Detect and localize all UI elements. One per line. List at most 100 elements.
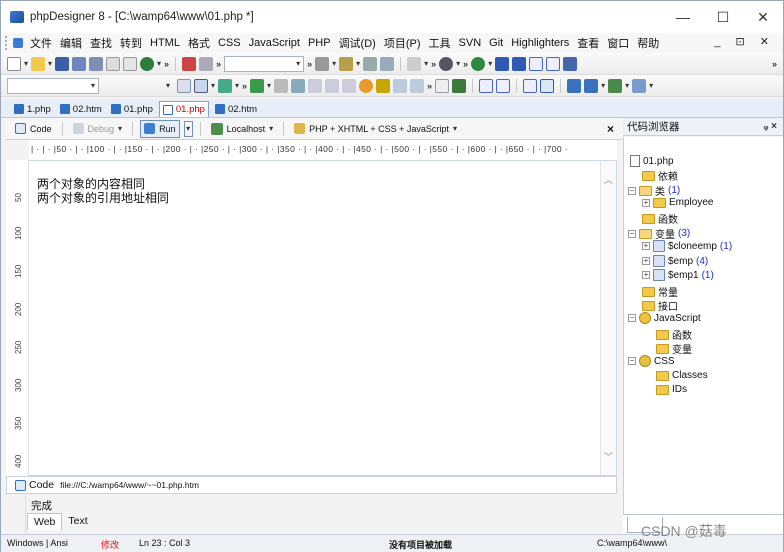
doc-tab-5[interactable]: 02.htm bbox=[212, 101, 260, 117]
cut-icon[interactable] bbox=[182, 56, 197, 71]
tree-node[interactable]: + Employee bbox=[642, 197, 713, 208]
panel-alt-icon[interactable] bbox=[512, 56, 527, 71]
close-button[interactable]: ✕ bbox=[743, 1, 783, 33]
debug-icon[interactable] bbox=[359, 78, 374, 93]
run-button[interactable]: Run bbox=[140, 119, 180, 138]
format-icon[interactable] bbox=[363, 56, 378, 71]
tree-node[interactable]: 变量 bbox=[656, 341, 692, 356]
minimize-button[interactable]: — bbox=[663, 1, 703, 33]
toolbar-overflow-icon[interactable]: » bbox=[772, 59, 777, 69]
menu-project[interactable]: 项目(P) bbox=[380, 35, 425, 51]
expand-toggle-icon[interactable]: + bbox=[642, 242, 650, 250]
browser-icon[interactable] bbox=[140, 56, 155, 71]
menu-debug[interactable]: 调试(D) bbox=[335, 35, 380, 51]
save-as-icon[interactable] bbox=[72, 56, 87, 71]
stack-icon[interactable] bbox=[410, 78, 425, 93]
menu-javascript[interactable]: JavaScript bbox=[245, 37, 304, 49]
format-alt-icon[interactable] bbox=[380, 56, 395, 71]
menu-git[interactable]: Git bbox=[485, 37, 507, 49]
tree-node[interactable]: − 变量 (3) bbox=[628, 226, 690, 241]
window-icon[interactable] bbox=[563, 56, 578, 71]
upload-icon[interactable] bbox=[608, 78, 623, 93]
doc-tab-4-active[interactable]: 01.php bbox=[158, 101, 209, 117]
tree-node[interactable]: − CSS bbox=[628, 355, 675, 367]
toolbar-overflow-icon[interactable]: » bbox=[242, 81, 247, 91]
bookmark-next-icon[interactable] bbox=[274, 78, 289, 93]
close-editor-icon[interactable]: × bbox=[607, 122, 614, 136]
collapse-toggle-icon[interactable]: − bbox=[628, 186, 636, 195]
split-icon[interactable] bbox=[546, 56, 561, 71]
preview-icon[interactable] bbox=[567, 78, 582, 93]
menu-file[interactable]: 文件 bbox=[26, 35, 56, 51]
window-list-icon[interactable] bbox=[194, 78, 208, 93]
expand-toggle-icon[interactable]: + bbox=[642, 271, 650, 279]
open-folder-icon[interactable] bbox=[31, 56, 46, 71]
tree-node[interactable]: 常量 bbox=[642, 284, 678, 299]
menu-help[interactable]: 帮助 bbox=[633, 35, 663, 51]
tree-node[interactable]: IDs bbox=[656, 384, 687, 395]
toolbar-overflow-icon[interactable]: » bbox=[164, 59, 169, 69]
uncomment-icon[interactable] bbox=[342, 78, 357, 93]
tab-text[interactable]: Text bbox=[62, 513, 93, 530]
validate-icon[interactable] bbox=[439, 56, 454, 71]
code-view-button[interactable]: Code bbox=[12, 120, 55, 138]
watch-icon[interactable] bbox=[393, 78, 408, 93]
pin-close-icon[interactable]: ᵩ × bbox=[764, 121, 777, 132]
outdent-icon[interactable] bbox=[308, 78, 323, 93]
menu-svn[interactable]: SVN bbox=[455, 37, 486, 49]
tree-node[interactable]: + $emp1 (1) bbox=[642, 269, 714, 281]
tree-node[interactable]: + $cloneemp (1) bbox=[642, 240, 732, 252]
tab-web[interactable]: Web bbox=[27, 513, 63, 530]
panel-icon[interactable] bbox=[495, 56, 510, 71]
tree-node[interactable]: 依赖 bbox=[642, 168, 678, 183]
link-icon[interactable] bbox=[435, 78, 450, 93]
toolbar-grip[interactable] bbox=[5, 36, 9, 50]
copy-icon[interactable] bbox=[199, 56, 214, 71]
scroll-up-icon[interactable]: ︿ bbox=[604, 173, 613, 186]
doc-tab-2[interactable]: 02.htm bbox=[57, 101, 105, 117]
comment-icon[interactable] bbox=[325, 78, 340, 93]
table-icon[interactable] bbox=[479, 78, 494, 93]
indent-icon[interactable] bbox=[291, 78, 306, 93]
tree-node[interactable]: + $emp (4) bbox=[642, 255, 708, 267]
mdi-window-controls[interactable]: _ ⊡ ✕ bbox=[714, 35, 775, 48]
localhost-button[interactable]: Localhost ▾ bbox=[208, 120, 277, 138]
tree-node[interactable]: 接口 bbox=[642, 298, 678, 313]
toolbar-overflow-icon[interactable]: » bbox=[431, 59, 436, 69]
language-button[interactable]: PHP + XHTML + CSS + JavaScript ▾ bbox=[291, 120, 460, 138]
menu-goto[interactable]: 转到 bbox=[116, 35, 146, 51]
step-icon[interactable] bbox=[376, 78, 391, 93]
save-icon[interactable] bbox=[55, 56, 70, 71]
tools-icon[interactable] bbox=[218, 78, 233, 93]
tree-node[interactable]: − 类 (1) bbox=[628, 183, 680, 198]
tree-node[interactable]: Classes bbox=[656, 370, 708, 381]
toolbar-overflow-icon[interactable]: » bbox=[427, 81, 432, 91]
toolbar-combo[interactable]: ▾ bbox=[224, 55, 305, 72]
layout-icon[interactable] bbox=[529, 56, 544, 71]
preview-alt-icon[interactable] bbox=[584, 78, 599, 93]
preview-pane[interactable]: 两个对象的内容相同 两个对象的引用地址相同 ︿ ﹀ bbox=[29, 160, 617, 476]
new-file-icon[interactable] bbox=[7, 56, 21, 71]
redo-icon[interactable] bbox=[339, 56, 354, 71]
expand-toggle-icon[interactable]: + bbox=[642, 198, 650, 207]
toolbar-overflow-icon[interactable]: » bbox=[463, 59, 468, 69]
tree-node[interactable]: 01.php bbox=[630, 155, 674, 167]
maximize-button[interactable]: ☐ bbox=[703, 1, 743, 33]
image-icon[interactable] bbox=[452, 78, 467, 93]
expand-toggle-icon[interactable]: + bbox=[642, 257, 650, 265]
menu-window[interactable]: 窗口 bbox=[603, 35, 633, 51]
frame-icon[interactable] bbox=[523, 78, 538, 93]
menu-php[interactable]: PHP bbox=[304, 37, 335, 49]
form-icon[interactable] bbox=[540, 78, 555, 93]
menu-view[interactable]: 查看 bbox=[573, 35, 603, 51]
jump-icon[interactable] bbox=[177, 78, 191, 93]
doc-tab-3[interactable]: 01.php bbox=[108, 101, 156, 117]
save-all-icon[interactable] bbox=[89, 56, 104, 71]
vertical-scrollbar[interactable]: ︿ ﹀ bbox=[600, 161, 616, 475]
menu-find[interactable]: 查找 bbox=[86, 35, 116, 51]
tree-node[interactable]: 函数 bbox=[656, 327, 692, 342]
list-icon[interactable] bbox=[496, 78, 511, 93]
menu-format[interactable]: 格式 bbox=[184, 35, 214, 51]
debug-button[interactable]: Debug ▾ bbox=[70, 120, 126, 138]
menu-edit[interactable]: 编辑 bbox=[56, 35, 86, 51]
